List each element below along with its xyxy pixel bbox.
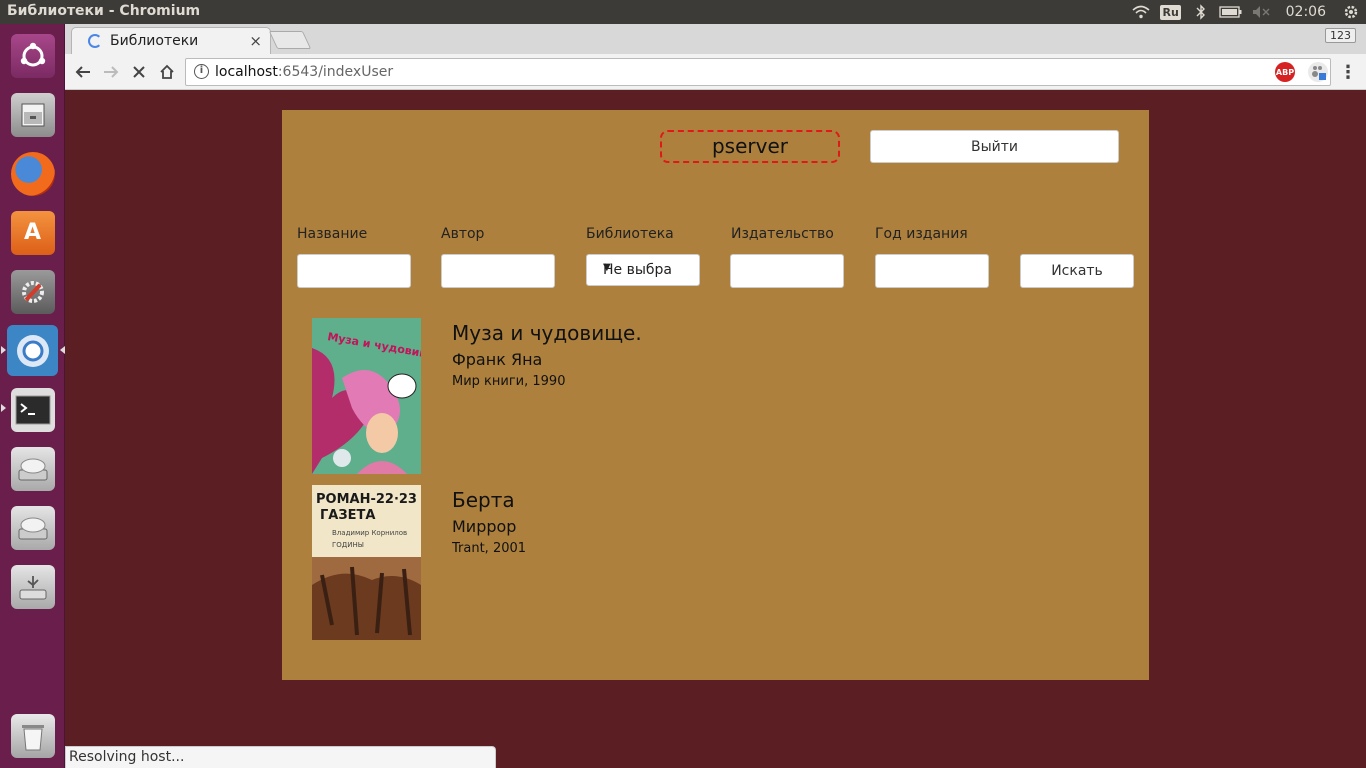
launcher: A [0,24,65,768]
running-indicator [1,346,6,354]
ubuntu-logo-icon [10,33,55,78]
publisher-input[interactable] [730,254,844,288]
terminal-launcher[interactable] [7,384,58,435]
title-filter-label: Название [297,226,368,242]
terminal-icon [10,387,55,432]
system-settings-launcher[interactable] [7,266,58,317]
back-button[interactable] [70,59,96,85]
book-item: РОМАН-22·23 ГАЗЕТА Владимир Корнилов ГОД… [312,485,1112,641]
battery-icon[interactable] [1216,0,1246,24]
tab-title: Библиотеки [110,33,199,49]
chromium-icon [11,329,55,373]
address-bar[interactable]: i localhost:6543/indexUser ☆ [185,58,1331,86]
stop-button[interactable] [126,59,152,85]
book-item: Муза и чудовище Муза и чудовище. Франк Я… [312,318,1112,474]
menu-icon[interactable]: ⋮ [1335,59,1361,85]
clock[interactable]: 02:06 [1276,4,1336,20]
tab-strip: Библиотеки × 123 [65,24,1366,54]
book-title[interactable]: Муза и чудовище. [452,321,642,345]
book-author: Миррор [452,517,517,536]
new-tab-button[interactable] [268,31,312,49]
info-icon[interactable]: i [194,64,209,79]
dropdown-arrow-icon: ▼ [603,262,611,273]
trash-icon [10,713,55,758]
library-filter-label: Библиотека [586,226,674,242]
usb-drive-launcher[interactable] [7,561,58,612]
forward-button[interactable] [98,59,124,85]
publisher-filter-label: Издательство [731,226,834,242]
book-cover-image[interactable]: РОМАН-22·23 ГАЗЕТА Владимир Корнилов ГОД… [312,485,421,641]
top-panel: Библиотеки - Chromium Ru 02:06 [0,0,1366,24]
home-icon [160,64,174,79]
disk-1-launcher[interactable] [7,443,58,494]
home-button[interactable] [154,59,180,85]
software-center-launcher[interactable]: A [7,207,58,258]
year-filter-label: Год издания [875,226,968,242]
book-title[interactable]: Берта [452,488,515,512]
loading-spinner-icon [88,34,102,48]
usb-icon [10,564,55,609]
ubuntu-dash-button[interactable] [7,30,58,81]
book-author: Франк Яна [452,350,543,369]
browser-toolbar: i localhost:6543/indexUser ☆ ABP ⋮ [65,54,1366,90]
author-input[interactable] [441,254,555,288]
book-publication: Мир книги, 1990 [452,374,566,389]
author-filter-label: Автор [441,226,485,242]
title-input[interactable] [297,254,411,288]
bluetooth-icon[interactable] [1186,0,1216,24]
library-select[interactable]: Не выбрано ▼ [586,254,700,286]
book-cover-image[interactable]: Муза и чудовище [312,318,421,474]
disk-2-launcher[interactable] [7,502,58,553]
hard-disk-icon [10,505,55,550]
username-display: pserver [660,130,840,163]
page-viewport: pserver Выйти Название Автор Библиотека … [65,91,1366,768]
wifi-icon[interactable] [1126,0,1156,24]
firefox-icon [10,151,55,196]
shopping-bag-icon: A [10,210,55,255]
gear-icon[interactable] [1336,0,1366,24]
adblock-plus-icon[interactable]: ABP [1275,62,1295,82]
settings-wrench-icon [10,269,55,314]
arrow-right-icon [104,66,119,78]
logout-button[interactable]: Выйти [870,130,1119,163]
files-launcher[interactable] [7,89,58,140]
running-indicator [1,404,6,412]
cover-line-4: ГОДИНЫ [332,541,364,549]
search-button[interactable]: Искать [1020,254,1134,288]
tab-libraries[interactable]: Библиотеки × [71,27,271,54]
keyboard-layout-indicator[interactable]: Ru [1156,0,1186,24]
status-bubble: Resolving host... [65,746,496,768]
hard-disk-icon [10,446,55,491]
book-publication: Trant, 2001 [452,541,527,556]
stop-x-icon [133,66,145,78]
system-tray: Ru 02:06 [1126,0,1366,24]
library-card: pserver Выйти Название Автор Библиотека … [282,110,1149,680]
cover-line-3: Владимир Корнилов [332,529,407,537]
arrow-left-icon [75,66,90,78]
cover-line-2: ГАЗЕТА [320,508,375,523]
chromium-launcher[interactable] [7,325,58,376]
profile-badge: 123 [1325,28,1356,43]
url-text: localhost:6543/indexUser [215,64,394,80]
window-title: Библиотеки - Chromium [7,3,201,19]
extension-icon[interactable] [1308,62,1328,82]
volume-muted-icon[interactable] [1246,0,1276,24]
close-icon[interactable]: × [249,32,262,50]
firefox-launcher[interactable] [7,148,58,199]
trash-launcher[interactable] [7,710,58,761]
cover-line-1: РОМАН-22·23 [316,492,417,507]
file-cabinet-icon [10,92,55,137]
year-input[interactable] [875,254,989,288]
